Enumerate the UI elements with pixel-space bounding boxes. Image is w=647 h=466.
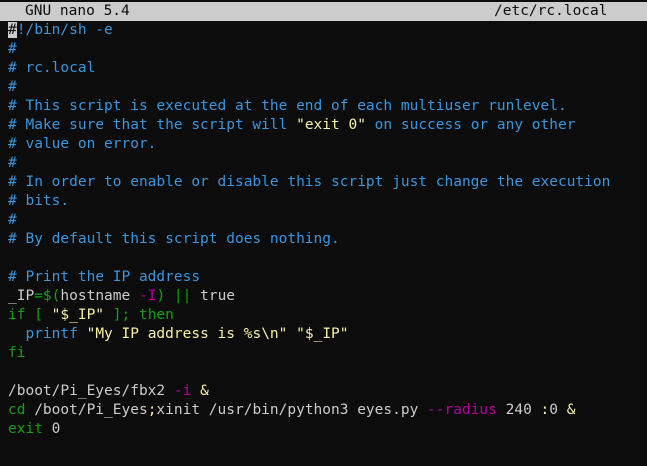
editor-line[interactable]: #!/bin/sh -e [8,21,644,40]
editor-line[interactable]: # Print the IP address [8,268,644,287]
editor-line[interactable]: # rc.local [8,59,644,78]
text-cursor: # [8,22,17,38]
code-token-string: "$_IP" [51,307,105,323]
text-editor-area[interactable]: #!/bin/sh -e # # rc.local # # This script is… [8,21,644,439]
editor-line[interactable]: if [ "$_IP" ]; then [8,306,644,325]
code-token-option: -I [138,288,157,304]
code-token-comment: # [8,212,17,228]
code-token-comment: # rc.local [8,60,96,76]
nano-version-label: GNU nano 5.4 [25,3,130,19]
code-token-func: printf [25,326,78,342]
code-token-keyword: ) || [156,288,201,304]
editor-line[interactable]: # Make sure that the script will "exit 0… [8,116,644,135]
editor-line[interactable]: # In order to enable or disable this scr… [8,173,644,192]
code-token-comment: # bits. [8,193,70,209]
editor-line[interactable]: # bits. [8,192,644,211]
code-token-string: & [191,383,209,399]
editor-line[interactable]: /boot/Pi_Eyes/fbx2 -i & [8,382,644,401]
code-token-option: --radius [427,402,497,418]
code-token-comment: # [8,41,17,57]
code-token-comment: on success or any other [365,117,576,133]
editor-line[interactable]: # value on error. [8,135,644,154]
code-token-text: 0 [42,421,61,437]
code-token-keyword: fi [8,345,26,361]
editor-line[interactable]: # [8,40,644,59]
editor-line[interactable]: # [8,154,644,173]
editor-line[interactable]: cd /boot/Pi_Eyes;xinit /usr/bin/python3 … [8,401,644,420]
editor-line[interactable]: printf "My IP address is %s\n" "$_IP" [8,325,644,344]
code-token-comment: # [8,155,17,171]
code-token-comment: # Print the IP address [8,269,201,285]
code-token-string: & [566,402,576,418]
code-token-comment: # In order to enable or disable this scr… [8,174,611,190]
editor-line[interactable]: # This script is executed at the end of … [8,97,644,116]
code-token-string: "$_IP" [296,326,349,342]
terminal-window[interactable]: GNU nano 5.4 /etc/rc.local #!/bin/sh -e #… [0,0,647,466]
code-token-text: xinit /usr/bin/python3 eyes.py [156,402,428,418]
editor-line[interactable]: # By default this script does nothing. [8,230,644,249]
editor-line[interactable]: fi [8,344,644,363]
code-token-text: /boot/Pi_Eyes [25,402,148,418]
editor-line[interactable] [8,363,644,382]
code-token-string: : [540,402,550,418]
code-token-keyword: exit [8,421,43,437]
code-token-string: "exit 0" [296,117,366,133]
code-token-string: "My IP address is %s\n" [86,326,288,342]
code-token-keyword: ]; then [104,307,174,323]
nano-title-bar: GNU nano 5.4 /etc/rc.local [0,2,647,21]
code-token-comment: # By default this script does nothing. [8,231,340,247]
code-token-keyword: =$( [34,288,61,304]
code-token-keyword: cd [8,402,26,418]
editor-line[interactable] [8,249,644,268]
code-token-text: 240 [496,402,541,418]
code-token-comment: # [8,79,17,95]
code-token-comment: # value on error. [8,136,157,152]
editor-line[interactable]: exit 0 [8,420,644,439]
code-token-text: _IP [8,288,35,304]
code-token-comment: # Make sure that the script will [8,117,297,133]
code-token-keyword: if [ [8,307,52,323]
editor-line[interactable]: # [8,211,644,230]
code-token-text: true [200,288,236,304]
file-path-label: /etc/rc.local [494,3,608,19]
code-token-option: -i [173,383,192,399]
code-token-text: /boot/Pi_Eyes/fbx2 [8,383,174,399]
editor-line[interactable]: # [8,78,644,97]
code-token-text: 0 [549,402,567,418]
editor-line[interactable]: _IP=$(hostname -I) || true [8,287,644,306]
code-token-text: hostname [60,288,139,304]
code-token-comment: # This script is executed at the end of … [8,98,567,114]
code-token-comment: !/bin/sh -e [16,22,113,38]
